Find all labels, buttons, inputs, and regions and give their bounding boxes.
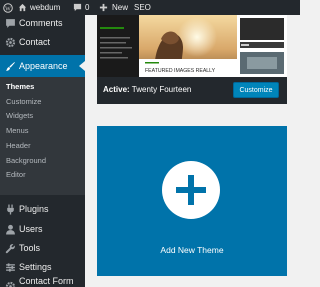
submenu-item-menus[interactable]: Menus bbox=[6, 126, 29, 135]
submenu-item-editor[interactable]: Editor bbox=[6, 170, 26, 179]
sidebar-item-appearance[interactable]: Appearance bbox=[0, 55, 85, 77]
active-theme-name: Active: Twenty Fourteen bbox=[103, 85, 192, 94]
submenu-item-customize[interactable]: Customize bbox=[6, 97, 41, 106]
sidebar-item-contact-form-db[interactable]: Contact Form DB bbox=[0, 275, 85, 287]
sidebar-item-plugins[interactable]: Plugins bbox=[0, 198, 85, 220]
plus-icon bbox=[162, 161, 220, 219]
comments-count[interactable]: 0 bbox=[85, 0, 89, 15]
customize-button[interactable]: Customize bbox=[233, 82, 279, 98]
sidebar-item-label: Plugins bbox=[19, 204, 49, 214]
new-link[interactable]: New bbox=[112, 0, 128, 15]
plus-icon[interactable] bbox=[99, 0, 108, 15]
settings-icon bbox=[4, 261, 16, 273]
sidebar-item-label: Comments bbox=[19, 18, 63, 28]
themes-content: FEATURED IMAGES REALLY Active: Twenty Fo… bbox=[85, 15, 300, 287]
plugin-icon bbox=[4, 203, 16, 215]
sidebar-item-label: Contact bbox=[19, 37, 51, 47]
sidebar-item-label: Contact Form DB bbox=[19, 276, 74, 287]
sidebar-item-label: Settings bbox=[19, 262, 52, 272]
sidebar-item-contact[interactable]: Contact bbox=[0, 31, 85, 53]
active-theme-bar: Active: Twenty Fourteen Customize bbox=[97, 77, 287, 104]
comment-icon bbox=[4, 17, 16, 29]
add-new-theme-card[interactable]: Add New Theme bbox=[97, 126, 287, 276]
gear-icon bbox=[4, 36, 16, 48]
user-icon bbox=[4, 223, 16, 235]
submenu-item-header[interactable]: Header bbox=[6, 141, 31, 150]
wrench-icon bbox=[4, 242, 16, 254]
sidebar-item-label: Users bbox=[19, 224, 43, 234]
seo-link[interactable]: SEO bbox=[134, 0, 151, 15]
submenu-item-themes[interactable]: Themes bbox=[6, 82, 34, 91]
paintbrush-icon bbox=[4, 60, 16, 72]
add-new-theme-label: Add New Theme bbox=[160, 245, 224, 255]
theme-screenshot[interactable]: FEATURED IMAGES REALLY bbox=[97, 15, 287, 77]
active-theme-card[interactable]: FEATURED IMAGES REALLY Active: Twenty Fo… bbox=[97, 15, 287, 104]
admin-sidebar: Comments Contact Appearance Themes Custo… bbox=[0, 15, 85, 287]
appearance-submenu: Themes Customize Widgets Menus Header Ba… bbox=[0, 77, 85, 195]
submenu-item-background[interactable]: Background bbox=[6, 156, 46, 165]
svg-text:W: W bbox=[5, 6, 11, 12]
submenu-item-widgets[interactable]: Widgets bbox=[6, 111, 33, 120]
featured-images-text: FEATURED IMAGES REALLY bbox=[145, 68, 216, 74]
sidebar-item-label: Appearance bbox=[19, 61, 68, 71]
gear-icon bbox=[4, 280, 16, 287]
sidebar-item-label: Tools bbox=[19, 243, 41, 253]
